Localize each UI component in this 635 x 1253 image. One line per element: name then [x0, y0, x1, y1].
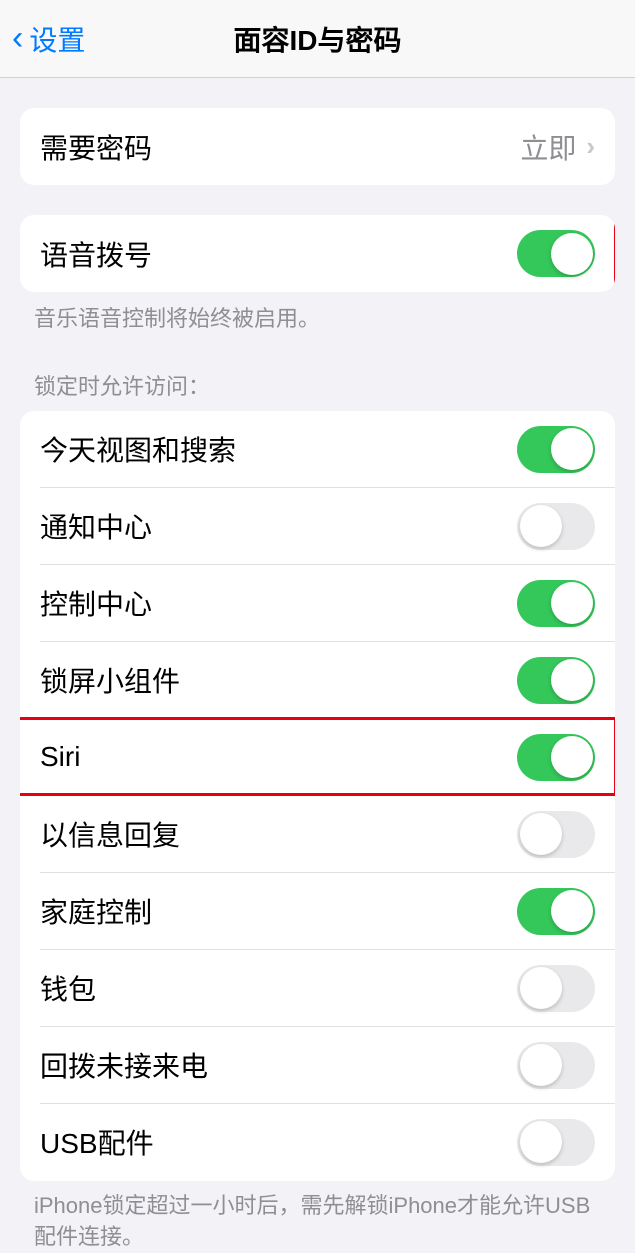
usb-accessories-toggle[interactable] [517, 1119, 595, 1166]
control-center-toggle[interactable] [517, 580, 595, 627]
wallet-label: 钱包 [40, 968, 96, 1008]
usb-footer: iPhone锁定超过一小时后，需先解锁iPhone才能允许USB配件连接。 [0, 1181, 635, 1253]
notification-center-label: 通知中心 [40, 506, 152, 546]
toggle-knob [520, 505, 562, 547]
toggle-knob [551, 890, 593, 932]
siri-row: Siri [20, 719, 615, 796]
control-center-label: 控制中心 [40, 583, 152, 623]
toggle-knob [551, 233, 593, 275]
require-passcode-value-container: 立即 › [520, 127, 595, 167]
voice-dial-row: 语音拨号 [20, 215, 615, 292]
lock-screen-widgets-label: 锁屏小组件 [40, 660, 180, 700]
toggle-knob [551, 659, 593, 701]
home-control-row: 家庭控制 [20, 873, 615, 950]
toggle-knob [551, 428, 593, 470]
chevron-right-icon: › [586, 131, 595, 162]
back-label: 设置 [29, 19, 85, 59]
require-passcode-value: 立即 [520, 127, 576, 167]
page-title: 面容ID与密码 [233, 19, 401, 59]
reply-with-message-row: 以信息回复 [20, 796, 615, 873]
voice-dial-group: 语音拨号 [20, 215, 615, 292]
today-view-row: 今天视图和搜索 [20, 411, 615, 488]
navigation-bar: ‹ 设置 面容ID与密码 [0, 0, 635, 78]
usb-accessories-row: USB配件 [20, 1104, 615, 1181]
lock-screen-widgets-row: 锁屏小组件 [20, 642, 615, 719]
require-passcode-group: 需要密码 立即 › [20, 108, 615, 185]
lock-access-header: 锁定时允许访问： [0, 369, 635, 411]
chevron-left-icon: ‹ [12, 19, 23, 58]
toggle-knob [551, 582, 593, 624]
return-missed-calls-toggle[interactable] [517, 1042, 595, 1089]
today-view-toggle[interactable] [517, 426, 595, 473]
notification-center-row: 通知中心 [20, 488, 615, 565]
lock-access-group: 今天视图和搜索 通知中心 控制中心 锁屏小组件 Siri [20, 411, 615, 1181]
back-button[interactable]: ‹ 设置 [0, 19, 85, 59]
wallet-toggle[interactable] [517, 965, 595, 1012]
home-control-label: 家庭控制 [40, 891, 152, 931]
siri-toggle[interactable] [517, 734, 595, 781]
return-missed-calls-label: 回拨未接来电 [40, 1045, 208, 1085]
usb-accessories-label: USB配件 [40, 1122, 154, 1162]
toggle-knob [520, 967, 562, 1009]
toggle-knob [520, 1121, 562, 1163]
voice-dial-toggle[interactable] [517, 230, 595, 277]
voice-dial-label: 语音拨号 [40, 234, 152, 274]
toggle-knob [520, 1044, 562, 1086]
reply-with-message-toggle[interactable] [517, 811, 595, 858]
today-view-label: 今天视图和搜索 [40, 429, 236, 469]
wallet-row: 钱包 [20, 950, 615, 1027]
control-center-row: 控制中心 [20, 565, 615, 642]
require-passcode-label: 需要密码 [40, 127, 152, 167]
return-missed-calls-row: 回拨未接来电 [20, 1027, 615, 1104]
toggle-knob [551, 736, 593, 778]
home-control-toggle[interactable] [517, 888, 595, 935]
reply-with-message-label: 以信息回复 [40, 814, 180, 854]
require-passcode-row[interactable]: 需要密码 立即 › [20, 108, 615, 185]
voice-dial-footer: 音乐语音控制将始终被启用。 [0, 292, 635, 335]
toggle-knob [520, 813, 562, 855]
siri-label: Siri [40, 741, 80, 773]
lock-screen-widgets-toggle[interactable] [517, 657, 595, 704]
notification-center-toggle[interactable] [517, 503, 595, 550]
